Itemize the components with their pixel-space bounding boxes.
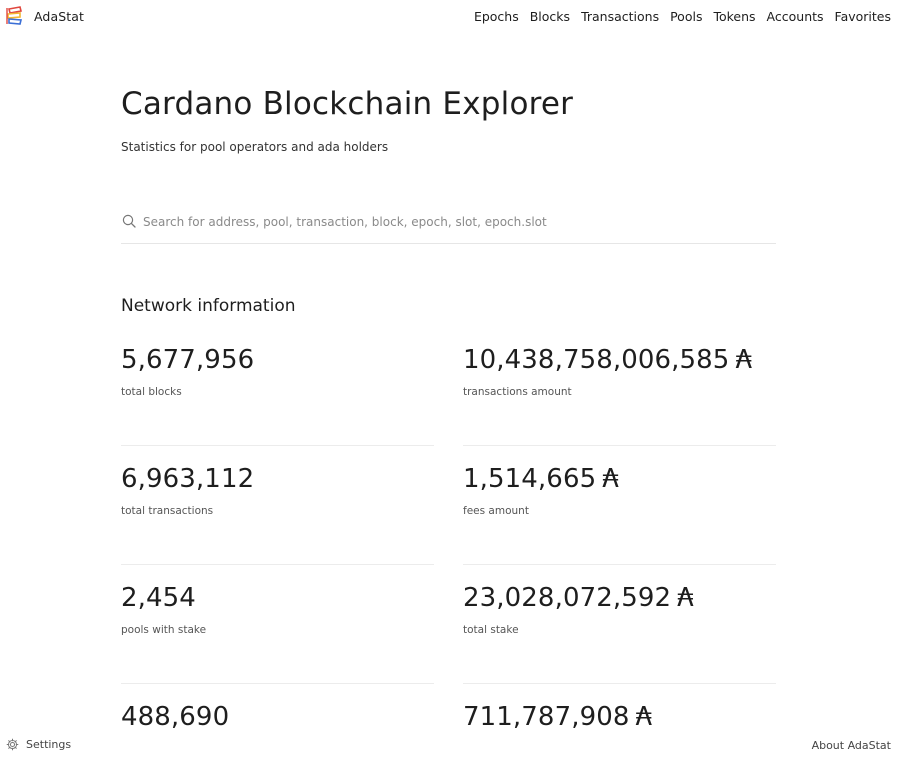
nav-pools[interactable]: Pools — [670, 9, 702, 24]
settings-label: Settings — [26, 738, 72, 751]
stat-value: 23,028,072,592 ₳ — [463, 583, 694, 613]
stat-transactions-amount: 10,438,758,006,585 ₳ transactions amount — [463, 328, 776, 446]
section-title-network: Network information — [121, 296, 296, 316]
ada-symbol: ₳ — [677, 583, 694, 613]
search-icon — [122, 214, 136, 228]
stat-pools-with-stake: 2,454 pools with stake — [121, 566, 434, 684]
nav-epochs[interactable]: Epochs — [474, 9, 519, 24]
search-input[interactable] — [143, 211, 763, 233]
adastat-logo-icon — [6, 6, 23, 25]
stat-label: total transactions — [121, 505, 214, 517]
stat-label: total blocks — [121, 386, 182, 398]
stat-value: 2,454 — [121, 583, 196, 613]
settings-button[interactable]: Settings — [6, 738, 71, 751]
stat-label: transactions amount — [463, 386, 572, 398]
stat-value: 711,787,908 ₳ — [463, 702, 653, 732]
nav-tokens[interactable]: Tokens — [713, 9, 755, 24]
stat-row4-right: 711,787,908 ₳ — [463, 685, 776, 757]
ada-symbol: ₳ — [635, 702, 653, 732]
page-title: Cardano Blockchain Explorer — [121, 86, 574, 122]
nav-favorites[interactable]: Favorites — [835, 9, 891, 24]
stat-value: 488,690 — [121, 702, 230, 732]
about-link[interactable]: About AdaStat — [812, 739, 891, 752]
main-nav: Epochs Blocks Transactions Pools Tokens … — [474, 9, 891, 24]
brand-link[interactable]: AdaStat — [6, 6, 84, 26]
stat-total-blocks: 5,677,956 total blocks — [121, 328, 434, 446]
gear-icon — [6, 738, 19, 751]
stat-value: 6,963,112 — [121, 464, 255, 494]
stat-row4-left: 488,690 — [121, 685, 434, 757]
stat-fees-amount: 1,514,665 ₳ fees amount — [463, 447, 776, 565]
top-bar: AdaStat Epochs Blocks Transactions Pools… — [0, 0, 900, 34]
brand-name: AdaStat — [34, 8, 85, 24]
search-bar — [121, 204, 776, 244]
page-subtitle: Statistics for pool operators and ada ho… — [121, 140, 389, 154]
ada-symbol: ₳ — [735, 345, 753, 375]
stat-value: 1,514,665 ₳ — [463, 464, 619, 494]
stat-label: pools with stake — [121, 624, 207, 636]
stat-total-stake: 23,028,072,592 ₳ total stake — [463, 566, 776, 684]
stat-total-transactions: 6,963,112 total transactions — [121, 447, 434, 565]
ada-symbol: ₳ — [602, 464, 619, 494]
nav-transactions[interactable]: Transactions — [581, 9, 659, 24]
nav-accounts[interactable]: Accounts — [767, 9, 824, 24]
stat-label: total stake — [463, 624, 519, 636]
stat-label: fees amount — [463, 505, 529, 517]
nav-blocks[interactable]: Blocks — [530, 9, 570, 24]
stat-value: 5,677,956 — [121, 345, 255, 375]
stat-value: 10,438,758,006,585 ₳ — [463, 345, 753, 375]
